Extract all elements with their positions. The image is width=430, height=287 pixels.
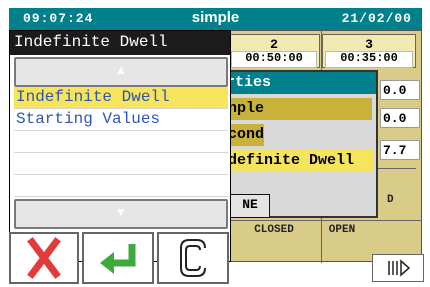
segment-number: 2: [270, 37, 278, 52]
setpoint-value: 0.0: [383, 111, 407, 126]
menu-title: Indefinite Dwell: [10, 31, 230, 55]
setpoint-value: 7.7: [383, 143, 407, 158]
clock-date: 21/02/00: [341, 11, 412, 26]
setpoint-cell-1[interactable]: 0.0: [380, 80, 420, 100]
property-row-type[interactable]: definite Dwell: [228, 150, 374, 172]
cancel-button[interactable]: [9, 232, 79, 284]
menu-item-empty[interactable]: [14, 131, 228, 153]
enter-button[interactable]: [82, 232, 154, 284]
arrow-up-icon: ▲: [115, 63, 127, 77]
properties-title: rties: [226, 72, 376, 94]
setpoint-cell-3[interactable]: 7.7: [380, 140, 420, 160]
copy-c-icon: [180, 239, 206, 277]
menu-item-starting-values[interactable]: Starting Values: [14, 109, 228, 131]
segment-time: 00:35:00: [325, 51, 413, 68]
arrow-down-icon: ▼: [115, 205, 127, 219]
event-flag: D: [387, 194, 394, 206]
header-bar: 09:07:24 simple 21/02/00: [9, 8, 422, 30]
menu-item-empty[interactable]: [14, 153, 228, 175]
cross-icon: [27, 237, 61, 279]
relay-open[interactable]: OPEN: [322, 224, 362, 236]
scroll-up-button[interactable]: ▲: [14, 57, 228, 87]
menu-item-indefinite-dwell[interactable]: Indefinite Dwell: [14, 87, 228, 109]
setpoint-cell-2[interactable]: 0.0: [380, 108, 420, 128]
enter-arrow-icon: [100, 244, 136, 274]
done-button[interactable]: NE: [230, 194, 270, 218]
segment-time: 00:50:00: [231, 51, 317, 68]
copy-button[interactable]: [157, 232, 229, 284]
setpoint-value: 0.0: [383, 83, 407, 98]
menu-item-empty[interactable]: [14, 175, 228, 197]
segment-number: 3: [365, 37, 373, 52]
grid-divider: [226, 220, 422, 221]
next-arrow-icon: [388, 259, 411, 277]
relay-closed[interactable]: CLOSED: [226, 224, 322, 236]
next-page-button[interactable]: [372, 254, 424, 282]
segment-column-2[interactable]: 2 00:50:00: [228, 34, 320, 68]
segment-column-3[interactable]: 3 00:35:00: [322, 34, 416, 68]
property-row-name[interactable]: nple: [228, 98, 372, 120]
property-row-units[interactable]: conds: [228, 124, 264, 146]
dwell-menu: Indefinite Dwell ▲ Indefinite Dwell Star…: [9, 30, 231, 262]
scroll-down-button[interactable]: ▼: [14, 199, 228, 229]
properties-popup: rties nple conds definite Dwell NE: [224, 70, 378, 218]
controller-screen: 09:07:24 simple 21/02/00 2 00:50:00 3 00…: [0, 0, 430, 286]
